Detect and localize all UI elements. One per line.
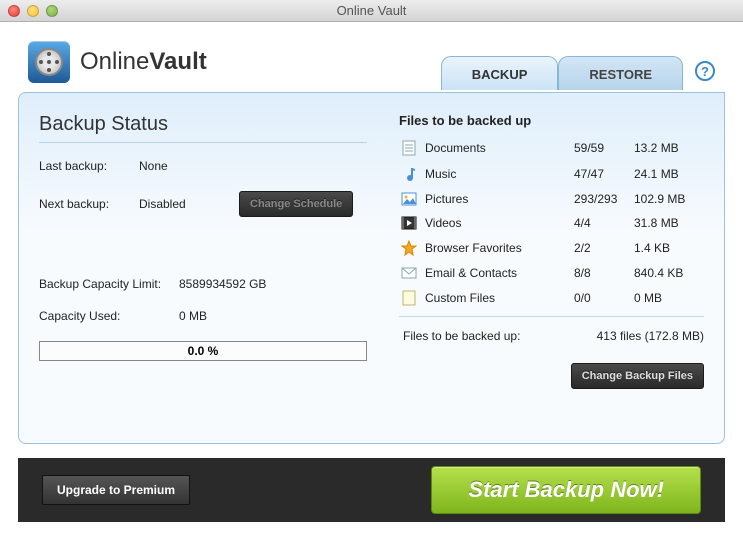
- backup-status-col: Backup Status Last backup: None Next bac…: [39, 113, 367, 427]
- file-name: Pictures: [419, 192, 574, 206]
- file-name: Browser Favorites: [419, 241, 574, 255]
- file-row: Videos4/431.8 MB: [399, 216, 704, 230]
- file-name: Music: [419, 167, 574, 181]
- file-name: Documents: [419, 141, 574, 155]
- files-summary: Files to be backed up: 413 files (172.8 …: [399, 329, 704, 343]
- file-count: 2/2: [574, 241, 634, 255]
- file-size: 24.1 MB: [634, 167, 704, 181]
- file-row: Email & Contacts8/8840.4 KB: [399, 266, 704, 280]
- window-controls: [8, 5, 58, 17]
- files-summary-label: Files to be backed up:: [399, 329, 597, 343]
- video-icon: [399, 216, 419, 230]
- tab-restore[interactable]: RESTORE: [558, 56, 683, 90]
- capacity-limit-label: Backup Capacity Limit:: [39, 277, 179, 291]
- logo-text-light: Online: [80, 48, 149, 75]
- file-row: Browser Favorites2/21.4 KB: [399, 240, 704, 256]
- footer: Upgrade to Premium Start Backup Now!: [18, 458, 725, 522]
- header: OnlineVault BACKUP RESTORE ?: [0, 22, 743, 92]
- maximize-icon[interactable]: [46, 5, 58, 17]
- file-name: Custom Files: [419, 291, 574, 305]
- file-size: 0 MB: [634, 291, 704, 305]
- capacity-used-value: 0 MB: [179, 309, 207, 323]
- file-size: 1.4 KB: [634, 241, 704, 255]
- close-icon[interactable]: [8, 5, 20, 17]
- doc-icon: [399, 140, 419, 156]
- last-backup-value: None: [139, 159, 239, 173]
- file-size: 13.2 MB: [634, 141, 704, 155]
- file-name: Videos: [419, 216, 574, 230]
- main-panel: Backup Status Last backup: None Next bac…: [18, 92, 725, 444]
- minimize-icon[interactable]: [27, 5, 39, 17]
- file-count: 293/293: [574, 192, 634, 206]
- capacity-used-label: Capacity Used:: [39, 309, 179, 323]
- titlebar: Online Vault: [0, 0, 743, 22]
- file-row: Documents59/5913.2 MB: [399, 140, 704, 156]
- star-icon: [399, 240, 419, 256]
- file-row: Music47/4724.1 MB: [399, 166, 704, 182]
- file-icon: [399, 290, 419, 306]
- capacity-progress-bar: 0.0 %: [39, 341, 367, 361]
- file-size: 840.4 KB: [634, 266, 704, 280]
- help-button[interactable]: ?: [695, 61, 715, 81]
- backup-status-title: Backup Status: [39, 113, 367, 143]
- files-title: Files to be backed up: [399, 113, 704, 128]
- music-icon: [399, 166, 419, 182]
- last-backup-label: Last backup:: [39, 159, 139, 173]
- file-count: 8/8: [574, 266, 634, 280]
- next-backup-label: Next backup:: [39, 197, 139, 211]
- logo-text: OnlineVault: [80, 48, 207, 76]
- next-backup-row: Next backup: Disabled Change Schedule: [39, 191, 367, 217]
- file-count: 47/47: [574, 167, 634, 181]
- tab-backup[interactable]: BACKUP: [441, 56, 559, 90]
- logo: OnlineVault: [28, 41, 207, 83]
- logo-text-bold: Vault: [149, 48, 206, 75]
- change-backup-files-button[interactable]: Change Backup Files: [571, 363, 704, 389]
- upgrade-button[interactable]: Upgrade to Premium: [42, 475, 190, 505]
- next-backup-value: Disabled: [139, 197, 239, 211]
- capacity-section: Backup Capacity Limit: 8589934592 GB Cap…: [39, 277, 367, 361]
- file-count: 0/0: [574, 291, 634, 305]
- file-row: Custom Files0/00 MB: [399, 290, 704, 306]
- files-list: Documents59/5913.2 MB Music47/4724.1 MB Pi…: [399, 140, 704, 306]
- capacity-progress-text: 0.0 %: [188, 344, 219, 358]
- files-col: Files to be backed up Documents59/5913.2…: [399, 113, 704, 427]
- change-schedule-button[interactable]: Change Schedule: [239, 191, 353, 217]
- capacity-limit-value: 8589934592 GB: [179, 277, 266, 291]
- file-size: 102.9 MB: [634, 192, 704, 206]
- last-backup-row: Last backup: None: [39, 159, 367, 173]
- divider: [399, 316, 704, 317]
- file-name: Email & Contacts: [419, 266, 574, 280]
- tabs-area: BACKUP RESTORE ?: [441, 35, 715, 89]
- file-size: 31.8 MB: [634, 216, 704, 230]
- vault-icon: [28, 41, 70, 83]
- mail-icon: [399, 266, 419, 280]
- pic-icon: [399, 192, 419, 206]
- files-summary-value: 413 files (172.8 MB): [597, 329, 704, 343]
- file-count: 59/59: [574, 141, 634, 155]
- file-row: Pictures293/293102.9 MB: [399, 192, 704, 206]
- file-count: 4/4: [574, 216, 634, 230]
- start-backup-button[interactable]: Start Backup Now!: [431, 466, 701, 514]
- window-title: Online Vault: [0, 3, 743, 18]
